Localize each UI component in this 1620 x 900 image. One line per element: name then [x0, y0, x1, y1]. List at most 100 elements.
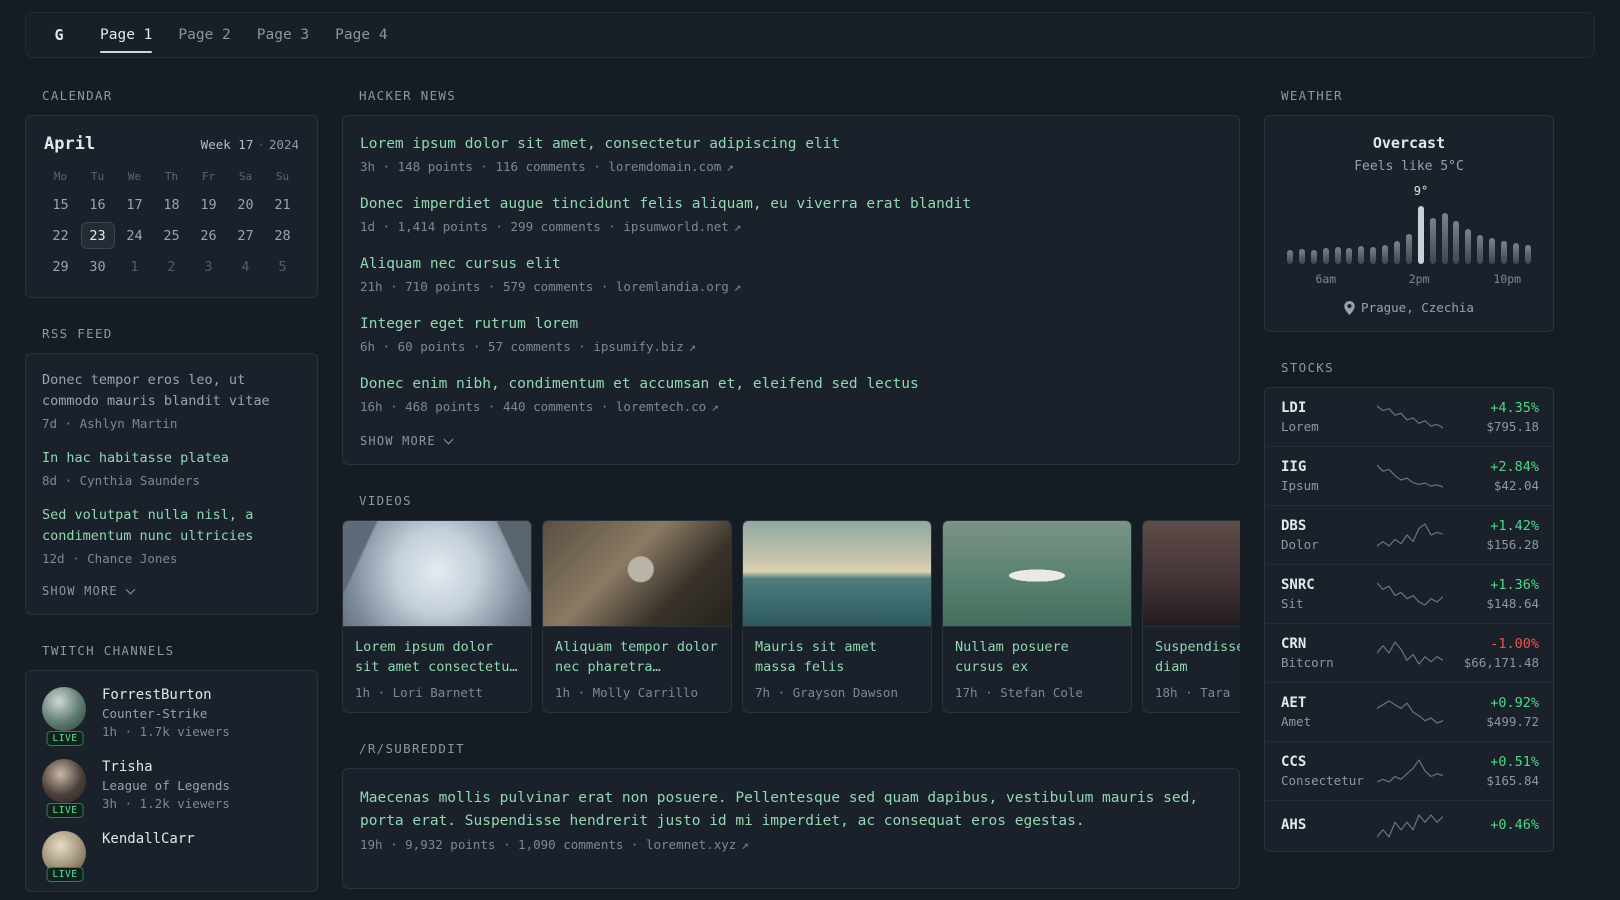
calendar-day-next-month[interactable]: 1 [116, 252, 153, 281]
tab-page-1[interactable]: Page 1 [100, 13, 153, 57]
external-link-icon: ↗ [733, 219, 742, 234]
rss-item-title[interactable]: Sed volutpat nulla nisl, a condimentum n… [42, 505, 301, 547]
channel-name: KendallCarr [102, 831, 195, 847]
hackernews-item-title[interactable]: Integer eget rutrum lorem [360, 314, 1222, 335]
location-pin-icon [1344, 300, 1355, 315]
stock-row: AHS +0.46% [1265, 800, 1553, 851]
calendar-day[interactable]: 18 [153, 190, 190, 219]
twitch-channel[interactable]: LIVE Trisha League of Legends 3h · 1.2k … [42, 759, 301, 818]
calendar-day[interactable]: 25 [153, 221, 190, 250]
show-more-label: SHOW MORE [42, 584, 118, 598]
calendar-day[interactable]: 16 [79, 190, 116, 219]
live-badge: LIVE [46, 731, 84, 746]
show-more-label: SHOW MORE [360, 434, 436, 448]
video-card[interactable]: Aliquam tempor dolor nec pharetra… 1h · … [542, 520, 732, 713]
hackernews-item-domain[interactable]: ipsumify.biz ↗ [593, 339, 696, 354]
calendar-day-next-month[interactable]: 3 [190, 252, 227, 281]
hackernews-item-domain[interactable]: loremdomain.com ↗ [608, 159, 733, 174]
hackernews-item: Donec imperdiet augue tincidunt felis al… [360, 194, 1222, 234]
calendar-day[interactable]: 15 [42, 190, 79, 219]
video-body: Nullam posuere cursus ex 17h · Stefan Co… [943, 627, 1131, 712]
calendar-day[interactable]: 20 [227, 190, 264, 219]
rss-item-meta: 7d · Ashlyn Martin [42, 416, 178, 431]
subreddit-post-domain[interactable]: loremnet.xyz ↗ [646, 837, 749, 852]
weather-widget: WEATHER Overcast Feels like 5°C 9° 6am 2… [1264, 88, 1554, 332]
calendar-day-header: Sa [238, 169, 253, 183]
calendar-day[interactable]: 24 [116, 221, 153, 250]
stock-values: +0.92% $499.72 [1443, 695, 1539, 729]
tab-page-4[interactable]: Page 4 [335, 13, 387, 57]
hackernews-item-title[interactable]: Lorem ipsum dolor sit amet, consectetur … [360, 134, 1222, 155]
stock-values: +4.35% $795.18 [1443, 400, 1539, 434]
stock-values: +0.51% $165.84 [1443, 754, 1539, 788]
calendar-day[interactable]: 21 [264, 190, 301, 219]
calendar-day[interactable]: 28 [264, 221, 301, 250]
video-thumbnail [943, 521, 1131, 627]
calendar-day[interactable]: 22 [42, 221, 79, 250]
weather-location: Prague, Czechia [1283, 300, 1535, 315]
section-title-hackernews: HACKER NEWS [359, 88, 457, 103]
calendar-day[interactable]: 29 [42, 252, 79, 281]
calendar-day[interactable]: 17 [116, 190, 153, 219]
channel-game: Counter-Strike [102, 706, 208, 721]
stock-id: SNRC Sit [1281, 577, 1377, 611]
twitch-widget: TWITCH CHANNELS LIVE ForrestBurton Count… [25, 643, 318, 892]
tab-page-3[interactable]: Page 3 [257, 13, 309, 57]
rss-item-title[interactable]: Donec tempor eros leo, ut commodo mauris… [42, 370, 301, 412]
twitch-channel[interactable]: LIVE ForrestBurton Counter-Strike 1h · 1… [42, 687, 301, 746]
video-card[interactable]: Mauris sit amet massa felis 7h · Grayson… [742, 520, 932, 713]
hackernews-show-more-button[interactable]: SHOW MORE [360, 434, 454, 448]
stock-sparkline [1377, 699, 1443, 725]
video-meta: 7h · Grayson Dawson [755, 685, 898, 700]
hackernews-item-title[interactable]: Aliquam nec cursus elit [360, 254, 1222, 275]
stock-values: +2.84% $42.04 [1443, 459, 1539, 493]
stock-ticker: DBS [1281, 518, 1307, 534]
calendar-day[interactable]: 27 [227, 221, 264, 250]
calendar-day[interactable]: 19 [190, 190, 227, 219]
subreddit-post-title[interactable]: Maecenas mollis pulvinar erat non posuer… [360, 787, 1220, 833]
stock-row: SNRC Sit +1.36% $148.64 [1265, 564, 1553, 623]
rss-show-more-button[interactable]: SHOW MORE [42, 584, 136, 598]
video-meta: 1h · Molly Carrillo [555, 685, 698, 700]
stock-price: $499.72 [1486, 714, 1539, 729]
stock-sparkline [1377, 813, 1443, 839]
hackernews-item-title[interactable]: Donec imperdiet augue tincidunt felis al… [360, 194, 1222, 215]
hackernews-item-meta: 16h · 468 points · 440 comments · loremt… [360, 399, 719, 414]
hackernews-item-title[interactable]: Donec enim nibh, condimentum et accumsan… [360, 374, 1222, 395]
calendar-day-next-month[interactable]: 2 [153, 252, 190, 281]
video-card[interactable]: Suspendisse diam 18h · Tara [1142, 520, 1240, 713]
calendar-year-label: 2024 [268, 137, 299, 152]
hackernews-item-domain[interactable]: ipsumworld.net ↗ [623, 219, 741, 234]
stock-ticker: IIG [1281, 459, 1307, 475]
hackernews-item-domain[interactable]: loremtech.co ↗ [616, 399, 719, 414]
calendar-day-next-month[interactable]: 4 [227, 252, 264, 281]
stock-values: +1.36% $148.64 [1443, 577, 1539, 611]
subreddit-widget: /R/SUBREDDIT Maecenas mollis pulvinar er… [342, 741, 1240, 889]
video-thumbnail [743, 521, 931, 627]
stock-name: Consectetur [1281, 773, 1364, 788]
external-link-icon: ↗ [733, 279, 742, 294]
video-title: Lorem ipsum dolor sit amet consectetu… [355, 639, 518, 675]
video-meta: 1h · Lori Barnett [355, 685, 483, 700]
video-card[interactable]: Lorem ipsum dolor sit amet consectetu… 1… [342, 520, 532, 713]
live-badge: LIVE [46, 803, 84, 818]
avatar-wrap: LIVE [42, 687, 88, 746]
calendar-day[interactable]: 30 [79, 252, 116, 281]
stock-values: +1.42% $156.28 [1443, 518, 1539, 552]
section-title-weather: WEATHER [1281, 88, 1343, 103]
external-link-icon: ↗ [711, 399, 719, 414]
tab-page-2[interactable]: Page 2 [178, 13, 230, 57]
stock-ticker: LDI [1281, 400, 1307, 416]
channel-info: Trisha League of Legends 3h · 1.2k viewe… [102, 759, 230, 811]
calendar-day-next-month[interactable]: 5 [264, 252, 301, 281]
stock-change: +0.92% [1490, 695, 1539, 711]
right-column: WEATHER Overcast Feels like 5°C 9° 6am 2… [1264, 88, 1554, 880]
calendar-day-selected[interactable]: 23 [80, 222, 115, 249]
hackernews-item-domain[interactable]: loremlandia.org ↗ [616, 279, 741, 294]
rss-item-title[interactable]: In hac habitasse platea [42, 448, 301, 469]
calendar-day-header: Su [275, 169, 290, 183]
video-card[interactable]: Nullam posuere cursus ex 17h · Stefan Co… [942, 520, 1132, 713]
calendar-day[interactable]: 26 [190, 221, 227, 250]
calendar-card: April Week 17 · 2024 Mo Tu We Th Fr Sa Su … [25, 115, 318, 298]
twitch-channel[interactable]: LIVE KendallCarr [42, 831, 301, 882]
